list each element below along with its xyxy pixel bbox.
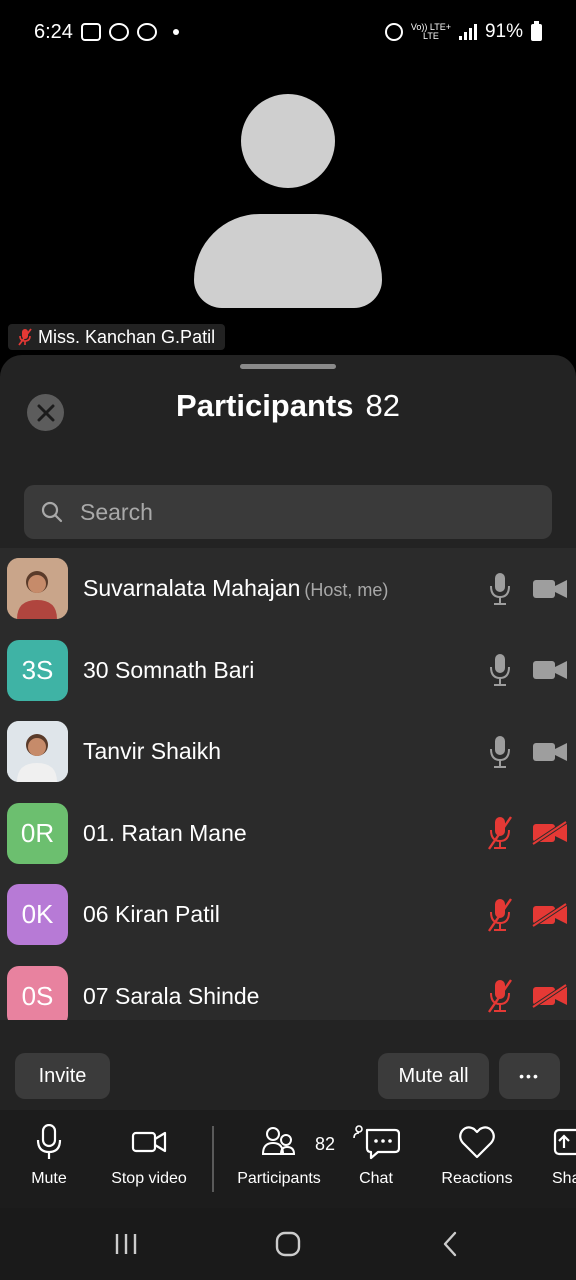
panel-footer: Invite Mute all •••	[0, 1020, 576, 1110]
home-button[interactable]	[268, 1228, 308, 1260]
video-camera-icon[interactable]	[532, 658, 568, 682]
chat-button[interactable]: Chat	[343, 1124, 409, 1188]
back-icon	[443, 1231, 457, 1257]
video-camera-icon[interactable]	[532, 740, 568, 764]
default-avatar-head	[241, 94, 335, 188]
participant-name: 07 Sarala Shinde	[83, 982, 260, 1009]
reactions-button[interactable]: Reactions	[438, 1124, 516, 1188]
more-options-button[interactable]: •••	[499, 1053, 560, 1099]
mic-off-icon[interactable]	[488, 815, 512, 851]
video-off-icon[interactable]	[531, 902, 568, 928]
participant-name-block: 01. Ratan Mane	[83, 820, 247, 847]
microphone-icon	[36, 1124, 62, 1159]
microphone-icon[interactable]	[488, 734, 512, 770]
stop-video-label: Stop video	[111, 1170, 187, 1187]
participant-initials: 3S	[21, 654, 54, 685]
recent-apps-icon	[115, 1234, 137, 1254]
participant-row[interactable]: 0S 07 Sarala Shinde	[0, 956, 576, 1020]
gallery-icon	[80, 23, 101, 41]
microphone-icon[interactable]	[488, 652, 512, 688]
participant-name-block: 07 Sarala Shinde	[83, 983, 259, 1010]
video-camera-icon[interactable]	[532, 577, 568, 601]
stop-video-button[interactable]: Stop video	[108, 1124, 190, 1188]
participant-initials: 0S	[21, 980, 54, 1011]
meeting-toolbar: Mute Stop video Participants 82 Chat Rea…	[0, 1110, 576, 1208]
participants-icon	[261, 1127, 296, 1155]
participant-name: Tanvir Shaikh	[83, 738, 222, 765]
speaker-name-tag: Miss. Kanchan G.Patil	[8, 324, 226, 350]
microphone-icon[interactable]	[488, 571, 512, 607]
participant-role-tag: (Host, me)	[304, 580, 389, 601]
mute-button[interactable]: Mute	[28, 1124, 70, 1188]
participant-row[interactable]: Tanvir Shaikh	[0, 711, 576, 793]
share-label: Sha	[552, 1170, 576, 1187]
video-off-icon[interactable]	[531, 983, 568, 1009]
mute-label: Mute	[31, 1170, 67, 1187]
mic-off-icon	[18, 328, 32, 346]
panel-title-text: Participants	[176, 388, 354, 423]
participant-initials-avatar: 3S	[7, 639, 68, 701]
mic-off-icon[interactable]	[488, 978, 512, 1014]
more-notifications-dot-icon	[172, 29, 179, 35]
toolbar-divider	[212, 1126, 214, 1192]
heart-icon	[459, 1126, 495, 1159]
panel-title: Participants 82	[0, 388, 576, 424]
participant-initials-avatar: 0K	[7, 884, 68, 946]
video-off-icon[interactable]	[531, 820, 568, 846]
chat-label: Chat	[359, 1170, 393, 1187]
search-icon	[41, 501, 63, 523]
participant-initials: 0R	[20, 817, 55, 848]
signal-strength-icon	[458, 24, 477, 40]
participants-button[interactable]: Participants	[232, 1124, 326, 1188]
participant-row[interactable]: Suvarnalata Mahajan (Host, me)	[0, 548, 576, 630]
volte-indicator: Vo)) LTE+ LTE	[410, 22, 451, 41]
participants-panel: Participants 82 Suvarnalata Mahajan(Host,…	[0, 355, 576, 1110]
video-camera-icon	[131, 1131, 167, 1153]
system-navigation-bar	[0, 1208, 576, 1280]
participant-name-block: Suvarnalata Mahajan (Host, me)	[83, 575, 388, 602]
participants-label: Participants	[237, 1170, 321, 1187]
alarm-icon	[384, 23, 403, 41]
participant-initials-avatar: 0S	[7, 965, 68, 1020]
speaker-name: Miss. Kanchan G.Patil	[38, 326, 216, 347]
search-box[interactable]	[24, 485, 552, 539]
recent-apps-button[interactable]	[106, 1228, 146, 1260]
mic-off-icon[interactable]	[488, 897, 512, 933]
participant-name: 01. Ratan Mane	[83, 819, 247, 846]
whatsapp-icon	[108, 23, 129, 41]
chat-icon	[353, 1125, 400, 1160]
participant-count: 82	[365, 388, 400, 423]
participant-row[interactable]: 0K 06 Kiran Patil	[0, 874, 576, 956]
search-input[interactable]	[80, 498, 552, 526]
participant-name: 30 Somnath Bari	[83, 656, 255, 683]
participant-name-block: Tanvir Shaikh	[83, 738, 221, 765]
participants-count-badge: 82	[315, 1134, 336, 1154]
participant-row[interactable]: 3S 30 Somnath Bari	[0, 630, 576, 712]
participant-name: 06 Kiran Patil	[83, 901, 220, 928]
share-button[interactable]: Sha	[552, 1124, 576, 1188]
participant-name-block: 06 Kiran Patil	[83, 901, 220, 928]
drag-handle[interactable]	[240, 364, 336, 369]
status-time: 6:24	[34, 20, 73, 43]
participant-row[interactable]: 0R 01. Ratan Mane	[0, 793, 576, 875]
status-bar: 6:24 Vo)) LTE+ LTE 91%	[0, 0, 576, 64]
participant-name-block: 30 Somnath Bari	[83, 657, 254, 684]
battery-percent: 91%	[484, 21, 523, 42]
participants-list[interactable]: Suvarnalata Mahajan (Host, me) 3S 30 Somnat…	[0, 548, 576, 1020]
participant-initials-avatar: 0R	[7, 802, 68, 864]
participant-photo-avatar	[7, 721, 68, 783]
participant-initials: 0K	[21, 899, 54, 930]
back-button[interactable]	[430, 1228, 470, 1260]
app-notification-icon	[136, 23, 157, 41]
participant-photo-avatar	[7, 558, 68, 620]
battery-icon	[531, 20, 542, 41]
default-avatar-body	[194, 214, 382, 308]
home-icon	[275, 1231, 301, 1257]
invite-button[interactable]: Invite	[15, 1053, 110, 1099]
reactions-label: Reactions	[441, 1170, 513, 1187]
active-speaker-video[interactable]: Miss. Kanchan G.Patil	[0, 64, 576, 364]
mute-all-button[interactable]: Mute all	[378, 1053, 489, 1099]
participant-name: Suvarnalata Mahajan	[83, 575, 301, 602]
share-screen-icon	[553, 1128, 576, 1156]
